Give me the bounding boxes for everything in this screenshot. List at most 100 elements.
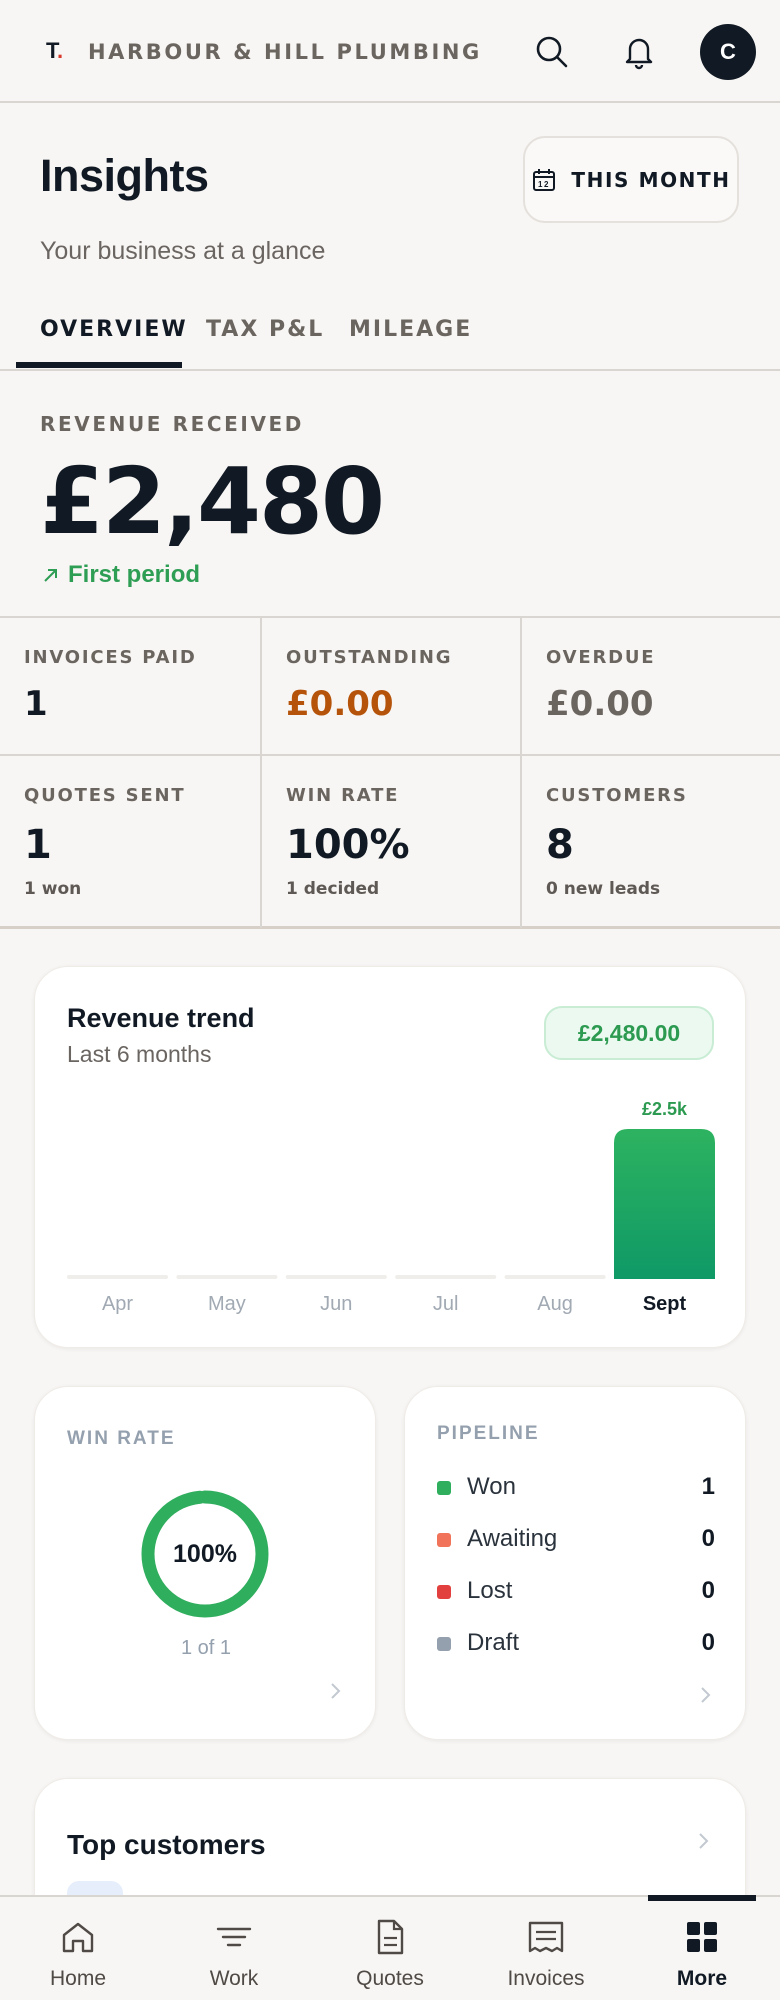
period-selector-button[interactable]: 12 THIS MONTH [523, 136, 739, 223]
stat-value: 1 [24, 684, 48, 724]
status-swatch [437, 1533, 451, 1547]
pipeline-row-awaiting: Awaiting 0 [437, 1523, 715, 1557]
status-swatch [437, 1585, 451, 1599]
bar-track [176, 1275, 278, 1279]
nav-label: Home [49, 1967, 107, 1990]
revenue-bar-sept[interactable] [614, 1129, 715, 1279]
stat-value: 8 [546, 822, 574, 868]
win-rate-donut: 100% [140, 1489, 270, 1619]
nav-invoices[interactable]: Invoices [468, 1897, 624, 2000]
win-rate-percent: 100% [173, 1539, 237, 1568]
pipeline-status: Draft [467, 1629, 520, 1656]
stat-sub: 1 decided [286, 879, 380, 899]
card-label: PIPELINE [437, 1423, 540, 1444]
arrow-up-right-icon [44, 569, 57, 582]
pipeline-status: Awaiting [467, 1525, 558, 1552]
grid-icon [687, 1922, 717, 1952]
pipeline-row-won: Won 1 [437, 1471, 715, 1505]
nav-work[interactable]: Work [156, 1897, 312, 2000]
notifications-button[interactable] [617, 30, 661, 74]
x-tick-label: Aug [537, 1293, 573, 1315]
stat-outstanding[interactable]: OUTSTANDING £0.00 [262, 618, 522, 754]
win-rate-ratio: 1 of 1 [180, 1637, 232, 1659]
page-title: Insights [40, 150, 209, 201]
business-name: HARBOUR & HILL PLUMBING [88, 40, 482, 64]
revenue-value: £2,480 [40, 448, 385, 555]
x-tick-label: Jun [320, 1293, 352, 1315]
stat-value: 1 [24, 822, 52, 868]
pipeline-count: 0 [701, 1525, 715, 1552]
pipeline-status: Lost [467, 1577, 513, 1604]
card-title: Top customers [67, 1829, 266, 1860]
nav-quotes[interactable]: Quotes [312, 1897, 468, 2000]
avatar[interactable]: C [700, 24, 756, 80]
brand-logo[interactable]: T. [46, 38, 63, 64]
period-label: THIS MONTH [571, 167, 731, 192]
pipeline-card[interactable]: PIPELINE Won 1 Awaiting 0 Lost 0 Draft 0 [404, 1386, 746, 1740]
brand-mark-letter: T [46, 38, 57, 63]
nav-label: Invoices [507, 1967, 585, 1990]
stat-value: £0.00 [286, 684, 394, 724]
revenue-trend-text: First period [68, 561, 201, 588]
bottom-navigation: Home Work Quotes Invoices More [0, 1895, 780, 2000]
nav-label: More [676, 1967, 728, 1990]
bar-track [67, 1275, 168, 1279]
nav-more[interactable]: More [624, 1897, 780, 2000]
bar-track [395, 1275, 497, 1279]
stat-win-rate[interactable]: WIN RATE 100% 1 decided [262, 756, 522, 899]
tab-tax-pl[interactable]: TAX P&L [206, 317, 324, 342]
search-button[interactable] [530, 30, 574, 74]
invoices-icon [528, 1921, 564, 1953]
active-tab-indicator [16, 362, 182, 368]
pipeline-status: Won [467, 1473, 516, 1500]
revenue-trend-card[interactable]: Revenue trend Last 6 months £2,480.00 Ap… [34, 966, 746, 1348]
stat-label: WIN RATE [286, 785, 400, 806]
stat-overdue[interactable]: OVERDUE £0.00 [522, 618, 780, 754]
pipeline-row-draft: Draft 0 [437, 1627, 715, 1661]
chevron-right-icon [701, 1687, 711, 1703]
insights-tabs: OVERVIEW TAX P&L MILEAGE [0, 305, 780, 371]
nav-label: Work [209, 1967, 259, 1990]
stat-label: OVERDUE [546, 647, 656, 668]
stat-invoices-paid[interactable]: INVOICES PAID 1 [0, 618, 260, 754]
pipeline-row-lost: Lost 0 [437, 1575, 715, 1609]
tab-overview[interactable]: OVERVIEW [40, 317, 188, 342]
bar-track [285, 1275, 387, 1279]
stat-label: OUTSTANDING [286, 647, 453, 668]
pipeline-count: 0 [701, 1577, 715, 1604]
stats-grid: INVOICES PAID 1 OUTSTANDING £0.00 OVERDU… [0, 616, 780, 929]
revenue-trend-chart: Apr May Jun Jul Aug £2.5k Sept [67, 1099, 715, 1315]
card-label: WIN RATE [67, 1428, 176, 1449]
status-swatch [437, 1637, 451, 1651]
pipeline-count: 1 [701, 1473, 715, 1500]
status-swatch [437, 1481, 451, 1495]
calendar-day: 12 [538, 180, 550, 189]
nav-label: Quotes [356, 1967, 424, 1990]
search-icon [536, 36, 568, 68]
revenue-label: REVENUE RECEIVED [40, 412, 304, 436]
calendar-icon: 12 [533, 168, 556, 191]
stat-quotes-sent[interactable]: QUOTES SENT 1 1 won [0, 756, 260, 899]
x-tick-label: Jul [433, 1293, 459, 1315]
win-rate-card[interactable]: WIN RATE 100% 1 of 1 [34, 1386, 376, 1740]
page-subtitle: Your business at a glance [40, 237, 326, 265]
stat-customers[interactable]: CUSTOMERS 8 0 new leads [522, 756, 780, 899]
stat-sub: 1 won [24, 879, 82, 899]
tab-mileage[interactable]: MILEAGE [349, 317, 472, 342]
bar-value-label: £2.5k [642, 1099, 688, 1119]
bar-track [504, 1275, 606, 1279]
stat-label: INVOICES PAID [24, 647, 197, 668]
top-bar: T. HARBOUR & HILL PLUMBING C [0, 0, 780, 103]
chevron-right-icon [331, 1683, 341, 1699]
stat-sub: 0 new leads [546, 879, 661, 899]
nav-home[interactable]: Home [0, 1897, 156, 2000]
home-icon [62, 1922, 94, 1953]
stat-label: QUOTES SENT [24, 785, 186, 806]
x-tick-label: Sept [643, 1293, 687, 1315]
stat-value: £0.00 [546, 684, 654, 724]
quotes-icon [377, 1919, 404, 1955]
work-icon [216, 1927, 252, 1947]
bell-icon [625, 38, 653, 70]
stat-label: CUSTOMERS [546, 785, 688, 806]
pipeline-count: 0 [701, 1629, 715, 1656]
